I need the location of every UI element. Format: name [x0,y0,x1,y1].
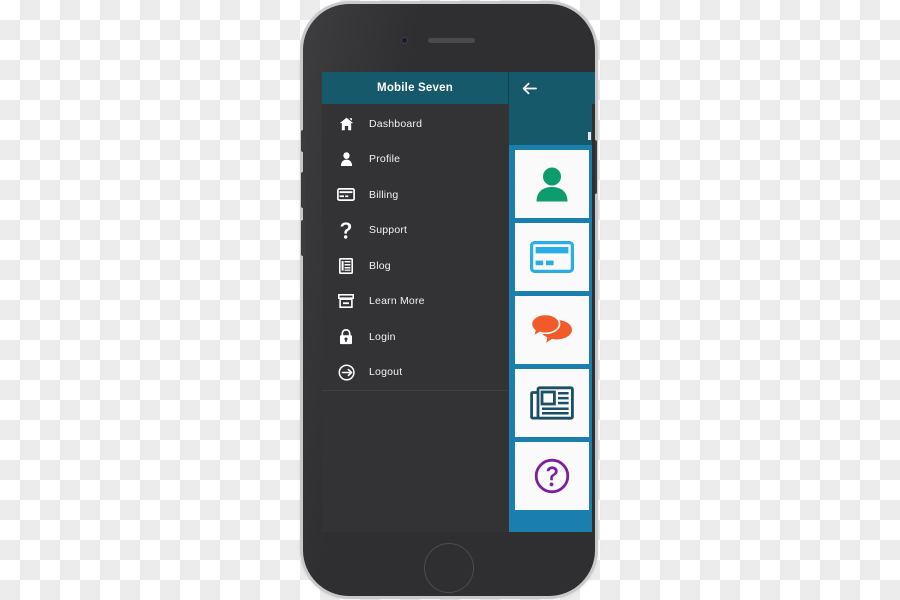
home-button[interactable] [424,543,474,593]
tile-panel-topbar [509,104,595,145]
profile-tile[interactable] [515,150,589,218]
blog-tile[interactable] [515,369,589,437]
credit-card-icon [530,241,574,273]
archive-box-icon [334,290,358,312]
sidebar-item-label: Billing [369,188,399,201]
sidebar-item-label: Logout [369,366,403,379]
front-camera-icon [401,37,408,44]
sidebar-item-profile[interactable]: Profile [322,142,509,178]
sign-out-icon [334,361,358,383]
document-lines-icon [334,255,358,277]
support-chat-tile[interactable] [515,296,589,364]
question-mark-icon [334,219,358,241]
sidebar-item-label: Login [369,330,396,343]
arrow-left-icon [522,82,537,95]
billing-tile[interactable] [515,223,589,291]
sidebar-item-label: Dashboard [369,117,423,130]
screen-body: Dashboard Profile Billing Support Blog L… [322,104,595,532]
chat-bubbles-icon [531,313,573,347]
credit-card-icon [334,184,358,206]
app-title-container: Mobile Seven [322,72,509,104]
sidebar-item-support[interactable]: Support [322,213,509,249]
newspaper-icon [530,386,574,420]
sidebar-item-label: Blog [369,259,391,272]
sidebar-item-dashboard[interactable]: Dashboard [322,106,509,142]
sidebar-item-learn-more[interactable]: Learn More [322,284,509,320]
topbar-marker [588,132,591,140]
back-button[interactable] [509,72,595,104]
user-icon [334,148,358,170]
user-icon [535,166,569,202]
app-header: Mobile Seven [322,72,595,104]
tile-panel [509,104,595,532]
question-circle-icon [534,458,570,494]
silence-switch[interactable] [301,130,305,152]
sidebar-item-label: Learn More [369,295,425,308]
volume-up-button[interactable] [301,172,305,208]
sidebar-item-login[interactable]: Login [322,319,509,355]
phone-device: Mobile Seven Dashboard Profile Billing S… [301,4,597,596]
earpiece-speaker-icon [428,38,475,43]
sidebar-item-billing[interactable]: Billing [322,177,509,213]
volume-down-button[interactable] [301,220,305,256]
sidebar-item-logout[interactable]: Logout [322,355,509,391]
tile-list [509,145,595,532]
sidebar-item-blog[interactable]: Blog [322,248,509,284]
navigation-drawer: Dashboard Profile Billing Support Blog L… [322,104,509,532]
home-icon [334,113,358,135]
sidebar-item-label: Profile [369,153,401,166]
drawer-menu-list: Dashboard Profile Billing Support Blog L… [322,104,509,391]
page-title: Mobile Seven [377,82,453,94]
phone-screen: Mobile Seven Dashboard Profile Billing S… [322,72,595,532]
lock-icon [334,326,358,348]
sidebar-item-label: Support [369,224,408,237]
help-tile[interactable] [515,442,589,510]
